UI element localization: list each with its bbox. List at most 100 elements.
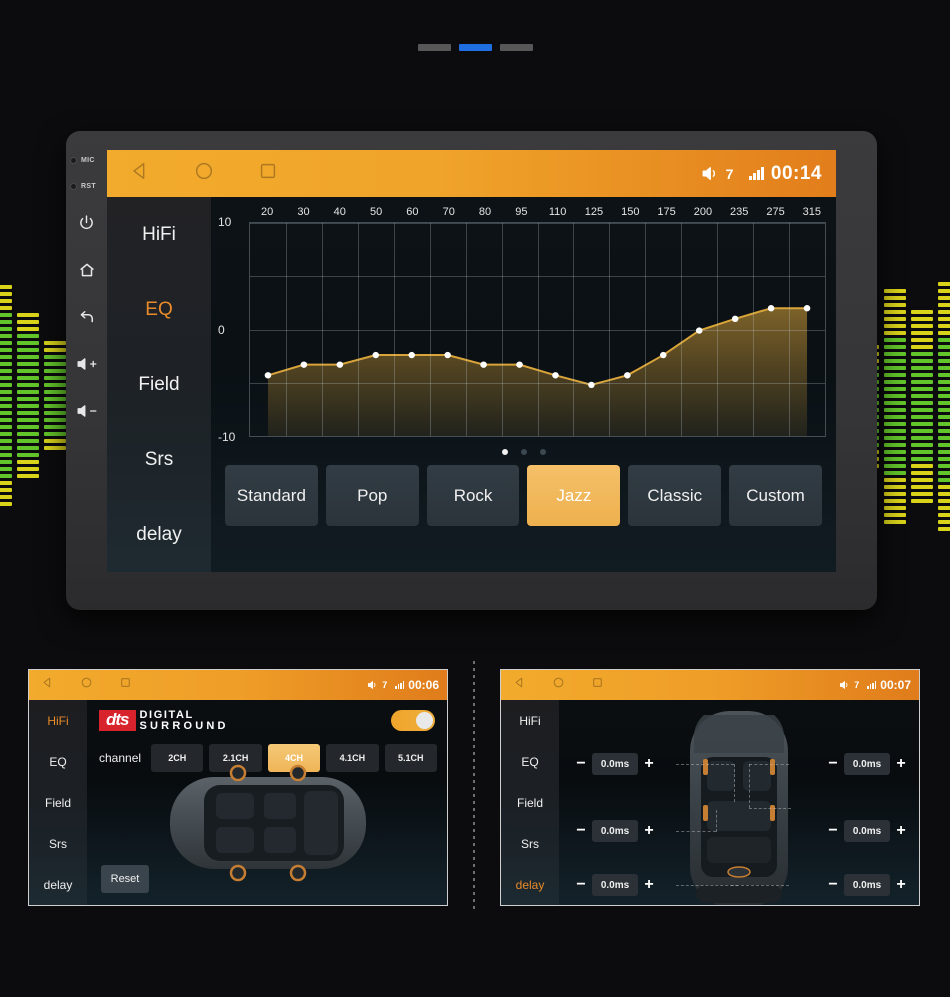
preset-classic[interactable]: Classic [628, 465, 722, 526]
preset-standard[interactable]: Standard [225, 465, 318, 526]
plus-icon[interactable]: + [895, 756, 907, 772]
pager-bar-1[interactable] [417, 44, 451, 51]
eq-band-handle-50[interactable] [372, 351, 380, 359]
sidebar-item-label: EQ [49, 754, 67, 769]
home-icon[interactable] [552, 676, 565, 694]
sidebar-item-srs[interactable]: Srs [501, 823, 559, 864]
channel-51ch[interactable]: 5.1CH [384, 743, 437, 772]
stepper-rear-right[interactable]: − 0.0ms + [827, 874, 907, 896]
vu-segment [44, 376, 66, 380]
frequency-tick: 20 [261, 206, 274, 218]
reset-indicator[interactable]: RST [66, 173, 107, 199]
eq-band-handle-95[interactable] [516, 361, 523, 368]
back-icon[interactable] [41, 676, 54, 694]
preset-jazz[interactable]: Jazz [527, 465, 621, 526]
sidebar-item-srs[interactable]: Srs [107, 422, 211, 497]
sidebar-item-hifi[interactable]: HiFi [29, 700, 87, 741]
home-icon[interactable] [66, 246, 107, 293]
eq-band-handle-315[interactable] [803, 305, 811, 312]
sidebar-item-field[interactable]: Field [501, 782, 559, 823]
sidebar-item-eq[interactable]: EQ [29, 741, 87, 782]
channel-21ch[interactable]: 2.1CH [209, 743, 262, 772]
eq-band-handle-80[interactable] [480, 361, 487, 368]
plus-icon[interactable]: + [643, 877, 655, 893]
dts-power-toggle[interactable] [391, 710, 435, 732]
channel-4ch[interactable]: 4CH [267, 743, 321, 772]
eq-page-dot[interactable] [539, 449, 546, 455]
eq-band-handle-175[interactable] [659, 351, 667, 359]
stepper-mid-left[interactable]: − 0.0ms + [575, 820, 655, 842]
plus-icon[interactable]: + [895, 877, 907, 893]
back-icon[interactable] [129, 160, 151, 187]
stepper-front-right[interactable]: − 0.0ms + [827, 753, 907, 775]
sidebar-item-hifi[interactable]: HiFi [501, 700, 559, 741]
stepper-mid-right[interactable]: − 0.0ms + [827, 820, 907, 842]
gridline-horizontal [250, 223, 825, 224]
power-icon[interactable] [66, 199, 107, 246]
recents-icon[interactable] [591, 676, 604, 694]
minus-icon[interactable]: − [827, 756, 839, 772]
plus-icon[interactable]: + [643, 823, 655, 839]
eq-band-handle-200[interactable] [695, 327, 703, 334]
pager-bar-2[interactable] [458, 44, 492, 51]
eq-band-handle-275[interactable] [767, 305, 775, 312]
eq-page-dot[interactable] [520, 449, 527, 455]
sidebar-item-delay[interactable]: delay [29, 864, 87, 905]
minus-icon[interactable]: − [575, 877, 587, 893]
vu-segment [0, 369, 12, 373]
eq-plot-area[interactable] [249, 222, 826, 437]
preset-rock[interactable]: Rock [426, 465, 520, 526]
eq-band-handle-40[interactable] [336, 361, 344, 368]
channel-41ch[interactable]: 4.1CH [326, 743, 379, 772]
stepper-rear-left[interactable]: − 0.0ms + [575, 874, 655, 896]
home-icon[interactable] [193, 160, 215, 187]
minus-icon[interactable]: − [827, 877, 839, 893]
sidebar-item-eq[interactable]: EQ [501, 741, 559, 782]
recents-icon[interactable] [119, 676, 132, 694]
vu-segment [17, 411, 39, 415]
sidebar-item-field[interactable]: Field [29, 782, 87, 823]
plus-icon[interactable]: + [643, 756, 655, 772]
eq-band-handle-60[interactable] [408, 351, 416, 359]
sidebar-item-delay[interactable]: delay [107, 497, 211, 572]
back-icon[interactable] [513, 676, 526, 694]
vu-segment [911, 492, 933, 496]
minus-icon[interactable]: − [827, 823, 839, 839]
sidebar-item-eq[interactable]: EQ [107, 272, 211, 347]
preset-custom[interactable]: Custom [729, 465, 822, 526]
vu-segment [44, 362, 66, 366]
clock-time: 00:06 [408, 678, 439, 692]
eq-band-handle-110[interactable] [552, 372, 559, 379]
channel-2ch[interactable]: 2CH [151, 743, 204, 772]
sidebar-item-label: delay [136, 523, 182, 545]
minus-icon[interactable]: − [575, 823, 587, 839]
vu-segment [0, 495, 12, 499]
sidebar-item-hifi[interactable]: HiFi [107, 197, 211, 272]
eq-band-handle-235[interactable] [731, 315, 739, 323]
recents-icon[interactable] [257, 160, 279, 187]
sidebar-item-field[interactable]: Field [107, 347, 211, 422]
channel-selector: channel 2CH 2.1CH 4CH 4.1CH 5.1CH [87, 732, 447, 772]
vu-segment [911, 457, 933, 461]
reset-button[interactable]: Reset [101, 865, 149, 893]
eq-band-handle-20[interactable] [264, 372, 272, 379]
home-icon[interactable] [80, 676, 93, 694]
eq-chart[interactable]: 10 0 -10 [218, 215, 826, 444]
vu-segment [0, 376, 12, 380]
volume-up-icon[interactable] [66, 340, 107, 387]
sidebar-item-delay[interactable]: delay [501, 864, 559, 905]
volume-down-icon[interactable] [66, 387, 107, 434]
pager-bar-3[interactable] [499, 44, 533, 51]
vu-segment [44, 383, 66, 387]
preset-pop[interactable]: Pop [325, 465, 419, 526]
plus-icon[interactable]: + [895, 823, 907, 839]
eq-band-handle-30[interactable] [300, 361, 308, 368]
eq-band-handle-70[interactable] [444, 351, 451, 359]
stepper-front-left[interactable]: − 0.0ms + [575, 753, 655, 775]
back-icon[interactable] [66, 293, 107, 340]
sidebar-item-srs[interactable]: Srs [29, 823, 87, 864]
minus-icon[interactable]: − [575, 756, 587, 772]
sidebar-menu: HiFi EQ Field Srs delay [29, 700, 87, 905]
eq-page-dot[interactable] [501, 449, 508, 455]
eq-band-handle-150[interactable] [624, 372, 631, 379]
